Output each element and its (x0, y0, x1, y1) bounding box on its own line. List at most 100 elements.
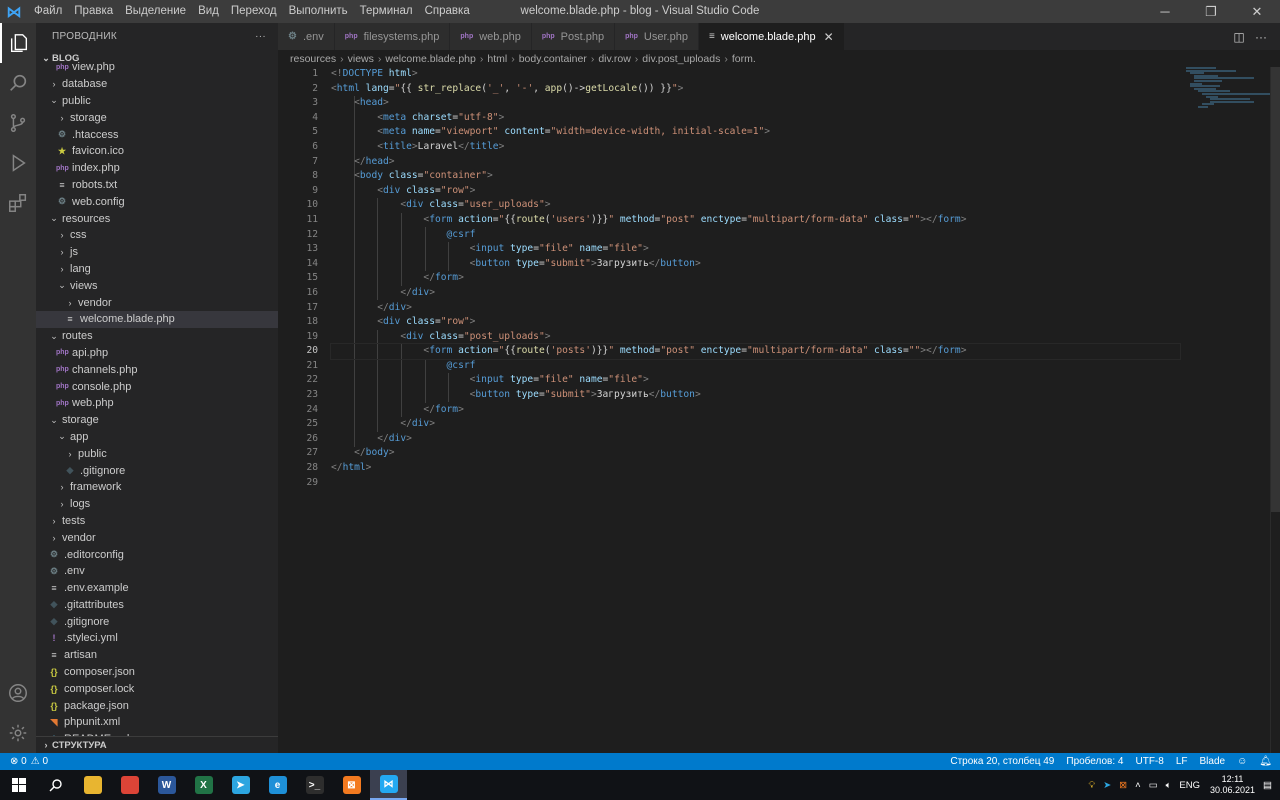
taskbar-app-excel[interactable]: X (185, 770, 222, 800)
code-line[interactable]: </div> (331, 432, 1180, 447)
folder-item[interactable]: › js (36, 244, 278, 261)
menu-item[interactable]: Правка (68, 0, 119, 23)
file-item[interactable]: ⚙ .env (36, 563, 278, 580)
search-taskbar-button[interactable] (37, 770, 74, 800)
taskbar-app-word[interactable]: W (148, 770, 185, 800)
code-line[interactable]: <html lang="{{ str_replace('_', '-', app… (331, 82, 1180, 97)
input-language[interactable]: ENG (1179, 780, 1200, 791)
code-line[interactable]: </head> (331, 155, 1180, 170)
folder-item[interactable]: › database (36, 76, 278, 93)
file-item[interactable]: {} package.json (36, 697, 278, 714)
menu-item[interactable]: Выделение (119, 0, 192, 23)
editor-tab[interactable]: ≡ welcome.blade.php ✕ (698, 23, 845, 50)
folder-item[interactable]: ⌄ resources (36, 210, 278, 227)
more-actions-button[interactable]: ··· (255, 31, 266, 42)
editor-tab[interactable]: ⚙ .env (278, 23, 335, 50)
code-line[interactable]: <body class="container"> (331, 169, 1180, 184)
split-editor-icon[interactable]: ◫ (1228, 30, 1250, 44)
notifications-icon[interactable]: 🔔︎ (1259, 756, 1272, 767)
code-line[interactable]: <button type="submit">Загрузить</button> (331, 388, 1180, 403)
folder-item[interactable]: ⌄ routes (36, 328, 278, 345)
accounts-button[interactable] (0, 673, 36, 713)
folder-item[interactable]: ⌄ storage (36, 412, 278, 429)
file-item[interactable]: php index.php (36, 160, 278, 177)
code-line[interactable]: <button type="submit">Загрузить</button> (331, 257, 1180, 272)
search-view-button[interactable] (0, 63, 36, 103)
code-line[interactable]: <!DOCTYPE html> (331, 67, 1180, 82)
folder-item[interactable]: › vendor (36, 529, 278, 546)
breadcrumb-item[interactable]: body.container (519, 53, 587, 65)
start-button[interactable] (0, 770, 37, 800)
folder-item[interactable]: › vendor (36, 294, 278, 311)
breadcrumb-item[interactable]: views (348, 53, 374, 65)
clock[interactable]: 12:11 30.06.2021 (1210, 774, 1255, 796)
folder-item[interactable]: › framework (36, 479, 278, 496)
close-icon[interactable]: ✕ (824, 30, 834, 44)
tips-icon[interactable]: 💡︎ (1089, 780, 1096, 791)
folder-item[interactable]: › storage (36, 109, 278, 126)
menu-item[interactable]: Вид (192, 0, 225, 23)
editor-tab[interactable]: php filesystems.php (334, 23, 451, 50)
action-center-icon[interactable]: ▤ (1263, 780, 1272, 791)
menu-item[interactable]: Справка (419, 0, 476, 23)
taskbar-app-telegram[interactable]: ➤ (222, 770, 259, 800)
folder-item[interactable]: › public (36, 445, 278, 462)
breadcrumb-item[interactable]: html (487, 53, 507, 65)
editor-tab[interactable]: php Post.php (531, 23, 616, 50)
taskbar-app-xampp[interactable]: ⊠ (333, 770, 370, 800)
outline-section-header[interactable]: › СТРУКТУРА (36, 736, 278, 753)
editor-tab[interactable]: php User.php (615, 23, 699, 50)
maximize-button[interactable]: ❐ (1188, 0, 1234, 23)
file-item[interactable]: ◥ phpunit.xml (36, 714, 278, 731)
code-line[interactable]: @csrf (331, 359, 1180, 374)
folder-item[interactable]: ⌄ app (36, 429, 278, 446)
code-line[interactable]: <input type="file" name="file"> (331, 242, 1180, 257)
tray-app-icon[interactable]: ➤ (1103, 780, 1111, 791)
indentation[interactable]: Пробелов: 4 (1066, 756, 1123, 767)
file-item[interactable]: php web.php (36, 395, 278, 412)
file-item[interactable]: ≡ welcome.blade.php (36, 310, 278, 328)
run-debug-button[interactable] (0, 143, 36, 183)
file-item[interactable]: {} composer.json (36, 664, 278, 681)
file-item[interactable]: php channels.php (36, 361, 278, 378)
code-line[interactable]: <meta name="viewport" content="width=dev… (331, 125, 1180, 140)
taskbar-app-explorer[interactable] (74, 770, 111, 800)
code-line[interactable]: <meta charset="utf-8"> (331, 111, 1180, 126)
file-item[interactable]: ≡ artisan (36, 647, 278, 664)
tray-xampp-icon[interactable]: ⊠ (1119, 780, 1127, 791)
breadcrumb-item[interactable]: div.row (598, 53, 630, 65)
code-lines[interactable]: <!DOCTYPE html> <html lang="{{ str_replac… (330, 67, 1181, 491)
code-line[interactable]: </div> (331, 417, 1180, 432)
breadcrumb-item[interactable]: welcome.blade.php (385, 53, 475, 65)
file-item[interactable]: php console.php (36, 378, 278, 395)
code-line[interactable]: <input type="file" name="file"> (331, 373, 1180, 388)
minimap[interactable] (1186, 67, 1272, 127)
network-icon[interactable]: ▭ (1149, 780, 1158, 791)
code-line[interactable]: <form action="{{route('posts')}}" method… (330, 343, 1181, 360)
breadcrumb-item[interactable]: form. (732, 53, 756, 65)
file-item[interactable]: ◆ .gitignore (36, 462, 278, 479)
code-line[interactable] (331, 476, 1180, 491)
code-line[interactable]: </div> (331, 301, 1180, 316)
code-line[interactable]: <title>Laravel</title> (331, 140, 1180, 155)
breadcrumb-item[interactable]: resources (290, 53, 336, 65)
manage-button[interactable] (0, 713, 36, 753)
file-item[interactable]: ◆ .gitignore (36, 613, 278, 630)
taskbar-app-vscode[interactable]: ⋈ (370, 770, 407, 800)
editor-tab[interactable]: php web.php (450, 23, 532, 50)
taskbar-app-edge[interactable]: e (259, 770, 296, 800)
file-item[interactable]: {} composer.lock (36, 680, 278, 697)
file-item[interactable]: ≡ robots.txt (36, 177, 278, 194)
folder-item[interactable]: › tests (36, 513, 278, 530)
code-line[interactable]: <div class="row"> (331, 184, 1180, 199)
show-hidden-icons[interactable]: ˄ (1135, 780, 1141, 791)
code-line[interactable]: </div> (331, 286, 1180, 301)
taskbar-app-chrome[interactable] (111, 770, 148, 800)
file-item[interactable]: ⚙ .htaccess (36, 126, 278, 143)
folder-item[interactable]: ⌄ views (36, 277, 278, 294)
code-line[interactable]: </form> (331, 403, 1180, 418)
folder-item[interactable]: › logs (36, 496, 278, 513)
file-item[interactable]: ★ favicon.ico (36, 143, 278, 160)
code-line[interactable]: @csrf (331, 228, 1180, 243)
code-line[interactable]: <div class="row"> (331, 315, 1180, 330)
